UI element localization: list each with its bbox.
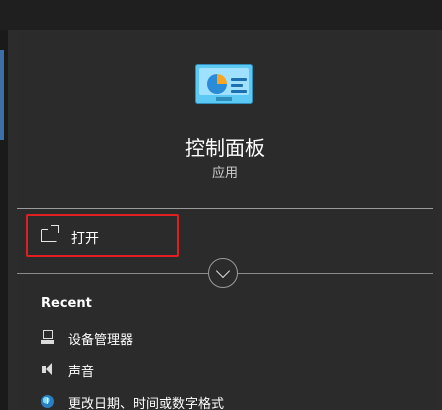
- recent-item-date-time-format[interactable]: 更改日期、时间或数字格式: [41, 392, 411, 410]
- recent-item-label: 设备管理器: [68, 333, 134, 348]
- device-manager-icon: [41, 330, 55, 346]
- expand-actions-button[interactable]: [208, 258, 238, 288]
- recent-item-device-manager[interactable]: 设备管理器: [41, 328, 411, 350]
- recent-item-label: 更改日期、时间或数字格式: [68, 397, 225, 410]
- open-action-label: 打开: [71, 231, 99, 247]
- control-panel-icon: [195, 64, 253, 104]
- open-external-icon: [41, 225, 59, 242]
- recent-heading: Recent: [41, 296, 92, 311]
- chevron-down-icon: [215, 263, 231, 279]
- background-window-strip: [0, 0, 442, 30]
- start-search-preview-pane: 控制面板 应用 打开 Recent 设备管理器 声音 更改日期、时间或数字格式: [17, 30, 433, 410]
- open-action-button[interactable]: 打开: [26, 214, 179, 257]
- recent-item-sound[interactable]: 声音: [41, 360, 411, 382]
- background-left-strip: [0, 30, 8, 410]
- pie-chart-glyph: [207, 74, 227, 94]
- app-type-label: 应用: [211, 166, 238, 181]
- background-accent: [0, 50, 4, 140]
- recent-item-label: 声音: [68, 365, 95, 380]
- control-panel-icon-screen: [199, 68, 249, 95]
- divider: [17, 208, 433, 209]
- speaker-icon: [41, 362, 55, 378]
- clock-globe-icon: [41, 394, 55, 410]
- app-title: 控制面板: [185, 136, 265, 160]
